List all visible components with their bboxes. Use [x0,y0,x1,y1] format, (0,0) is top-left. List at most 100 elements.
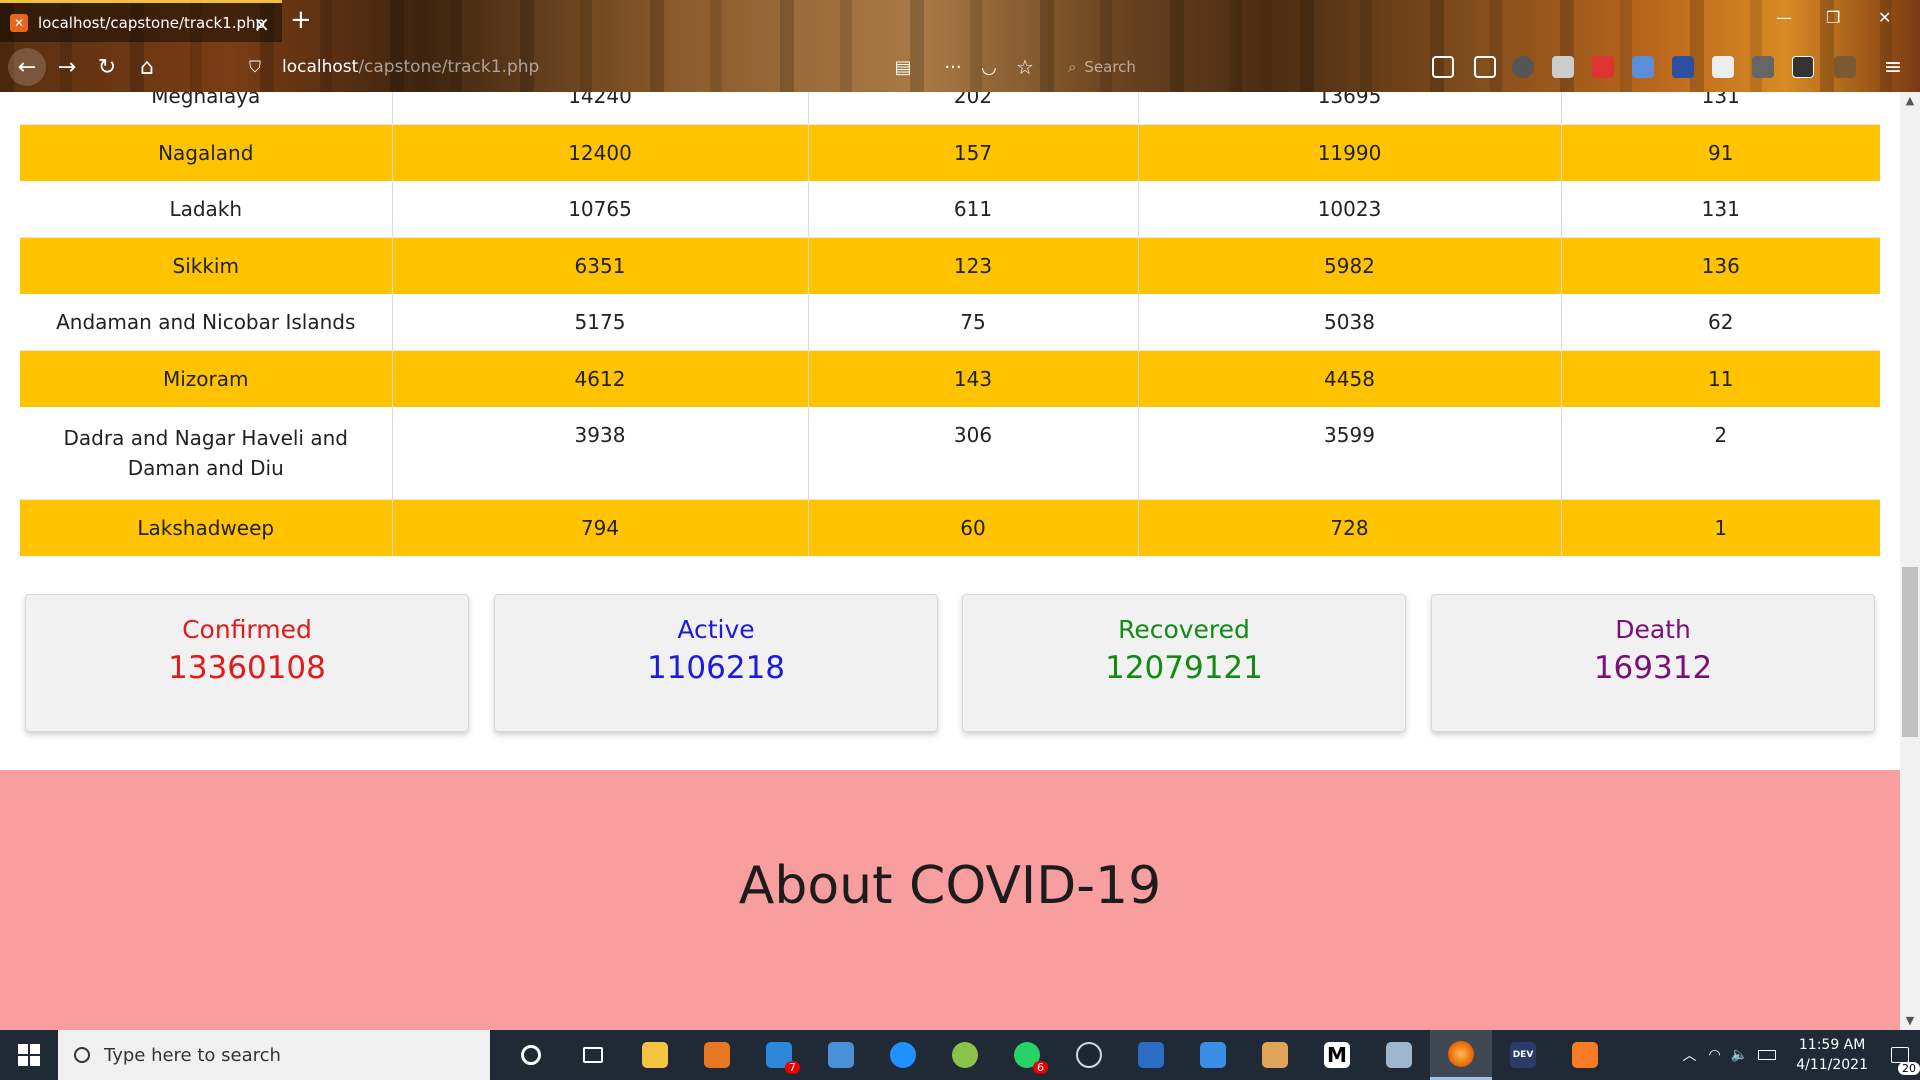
reader-view-icon[interactable]: ▤ [886,50,920,84]
bookmark-star-icon[interactable]: ☆ [1008,50,1042,84]
page-scrollbar[interactable]: ▲ ▼ [1900,92,1920,1030]
windows-logo-icon [18,1044,40,1066]
clock[interactable]: 11:59 AM 4/11/2021 [1796,1035,1868,1075]
m-app-icon[interactable]: M [1306,1030,1368,1080]
clock-time: 11:59 AM [1798,1037,1866,1053]
extension-icon[interactable] [1672,56,1694,78]
table-row: Mizoram 4612 143 4458 11 [20,350,1880,407]
scroll-thumb[interactable] [1902,567,1918,737]
search-placeholder: Search [1084,58,1136,76]
extension-icon[interactable] [1834,56,1856,78]
media-player-icon[interactable] [686,1030,748,1080]
dev-cpp-icon[interactable]: DEV [1492,1030,1554,1080]
firefox-icon[interactable] [1430,1030,1492,1080]
table-cell: 794 [392,499,809,556]
table-row: Meghalaya 14240 202 13695 131 [20,92,1880,125]
pocket-icon[interactable]: ◡ [972,50,1006,84]
search-icon [74,1047,90,1063]
mail-icon[interactable]: 7 [748,1030,810,1080]
clock-date: 4/11/2021 [1796,1057,1868,1073]
table-cell: 157 [808,124,1139,181]
page-content: Meghalaya 14240 202 13695 131 Nagaland 1… [0,92,1900,1030]
recovered-card: Recovered 12079121 [962,594,1406,732]
scroll-down-icon[interactable]: ▼ [1900,1012,1920,1030]
notification-center-icon[interactable]: 20 [1880,1035,1920,1075]
sidebar-icon[interactable] [1474,56,1496,78]
table-cell: 5982 [1138,237,1562,294]
table-cell: 1 [1561,499,1880,556]
sandwich-app-icon[interactable] [1244,1030,1306,1080]
tab-title: localhost/capstone/track1.php [38,13,266,32]
library-icon[interactable] [1432,56,1454,78]
table-cell: 5038 [1138,294,1562,351]
table-cell: 131 [1561,92,1880,125]
page-actions-icon[interactable]: ··· [936,50,970,84]
windows-taskbar: Type here to search 7 6 M DEV ︿ ◠ 🔈 11:5… [0,1030,1920,1080]
show-hidden-icons-icon[interactable]: ︿ [1683,1045,1697,1065]
taskbar-search-box[interactable]: Type here to search [58,1030,490,1080]
start-button[interactable] [0,1030,58,1080]
table-cell: 5175 [392,294,809,351]
table-cell: 143 [808,350,1139,407]
volume-icon[interactable]: 🔈 [1731,1047,1748,1063]
battery-icon[interactable] [1758,1050,1777,1060]
menu-icon[interactable]: ≡ [1876,50,1910,84]
recovered-label: Recovered [1118,615,1250,644]
extension-icon[interactable] [1752,56,1774,78]
forward-icon[interactable]: → [50,50,84,84]
search-field[interactable]: ⌕ Search [1060,54,1390,80]
taskbar-search-placeholder: Type here to search [104,1044,281,1066]
back-icon[interactable]: ← [8,48,46,86]
whatsapp-icon[interactable]: 6 [996,1030,1058,1080]
table-cell: 91 [1561,124,1880,181]
video-app-icon[interactable] [1120,1030,1182,1080]
navigation-toolbar: ← → ↻ ⌂ ⛉ localhost /capstone/track1.php… [0,44,1920,90]
table-cell: 123 [808,237,1139,294]
state-table: Meghalaya 14240 202 13695 131 Nagaland 1… [20,92,1880,556]
home-icon[interactable]: ⌂ [130,50,164,84]
extension-icon[interactable] [1712,56,1734,78]
xampp-favicon-icon: ✕ [10,13,28,32]
scroll-up-icon[interactable]: ▲ [1900,92,1920,110]
shield-icon[interactable]: ⛉ [238,50,272,84]
close-tab-icon[interactable]: × [253,12,270,36]
file-explorer-icon[interactable] [624,1030,686,1080]
confirmed-card: Confirmed 13360108 [25,594,469,732]
xampp-icon[interactable] [1554,1030,1616,1080]
extension-icon[interactable] [1592,56,1614,78]
extension-icon[interactable] [1792,56,1814,78]
extension-icon[interactable] [1552,56,1574,78]
table-cell: 60 [808,499,1139,556]
maximize-icon[interactable]: ❐ [1826,8,1840,27]
death-value: 169312 [1593,650,1713,686]
notification-count: 20 [1898,1062,1920,1075]
table-row: Ladakh 10765 611 10023 131 [20,181,1880,238]
ubisoft-icon[interactable] [872,1030,934,1080]
extension-icon[interactable] [1512,56,1534,78]
table-cell: 11 [1561,350,1880,407]
steam-icon[interactable] [1058,1030,1120,1080]
url-path: /capstone/track1.php [358,57,540,77]
active-value: 1106218 [646,650,786,686]
minimize-icon[interactable]: — [1776,8,1792,27]
network-app-icon[interactable] [810,1030,872,1080]
task-view-icon[interactable] [562,1030,624,1080]
death-card: Death 169312 [1431,594,1875,732]
android-app-icon[interactable] [934,1030,996,1080]
reload-icon[interactable]: ↻ [90,50,124,84]
table-cell: 10023 [1138,181,1562,238]
cortana-icon[interactable] [500,1030,562,1080]
calendar-icon[interactable] [1182,1030,1244,1080]
browser-tab[interactable]: ✕ localhost/capstone/track1.php × [0,0,282,42]
table-row: Dadra and Nagar Haveli and Daman and Diu… [20,407,1880,500]
url-host: localhost [282,57,359,77]
table-cell: 4458 [1138,350,1562,407]
extension-icon[interactable] [1632,56,1654,78]
table-cell: 11990 [1138,124,1562,181]
wifi-icon[interactable]: ◠ [1709,1047,1721,1063]
table-cell: Nagaland [20,124,393,181]
network-tool-icon[interactable] [1368,1030,1430,1080]
new-tab-button[interactable]: + [290,5,312,35]
close-window-icon[interactable]: ✕ [1878,8,1891,27]
active-label: Active [677,615,755,644]
